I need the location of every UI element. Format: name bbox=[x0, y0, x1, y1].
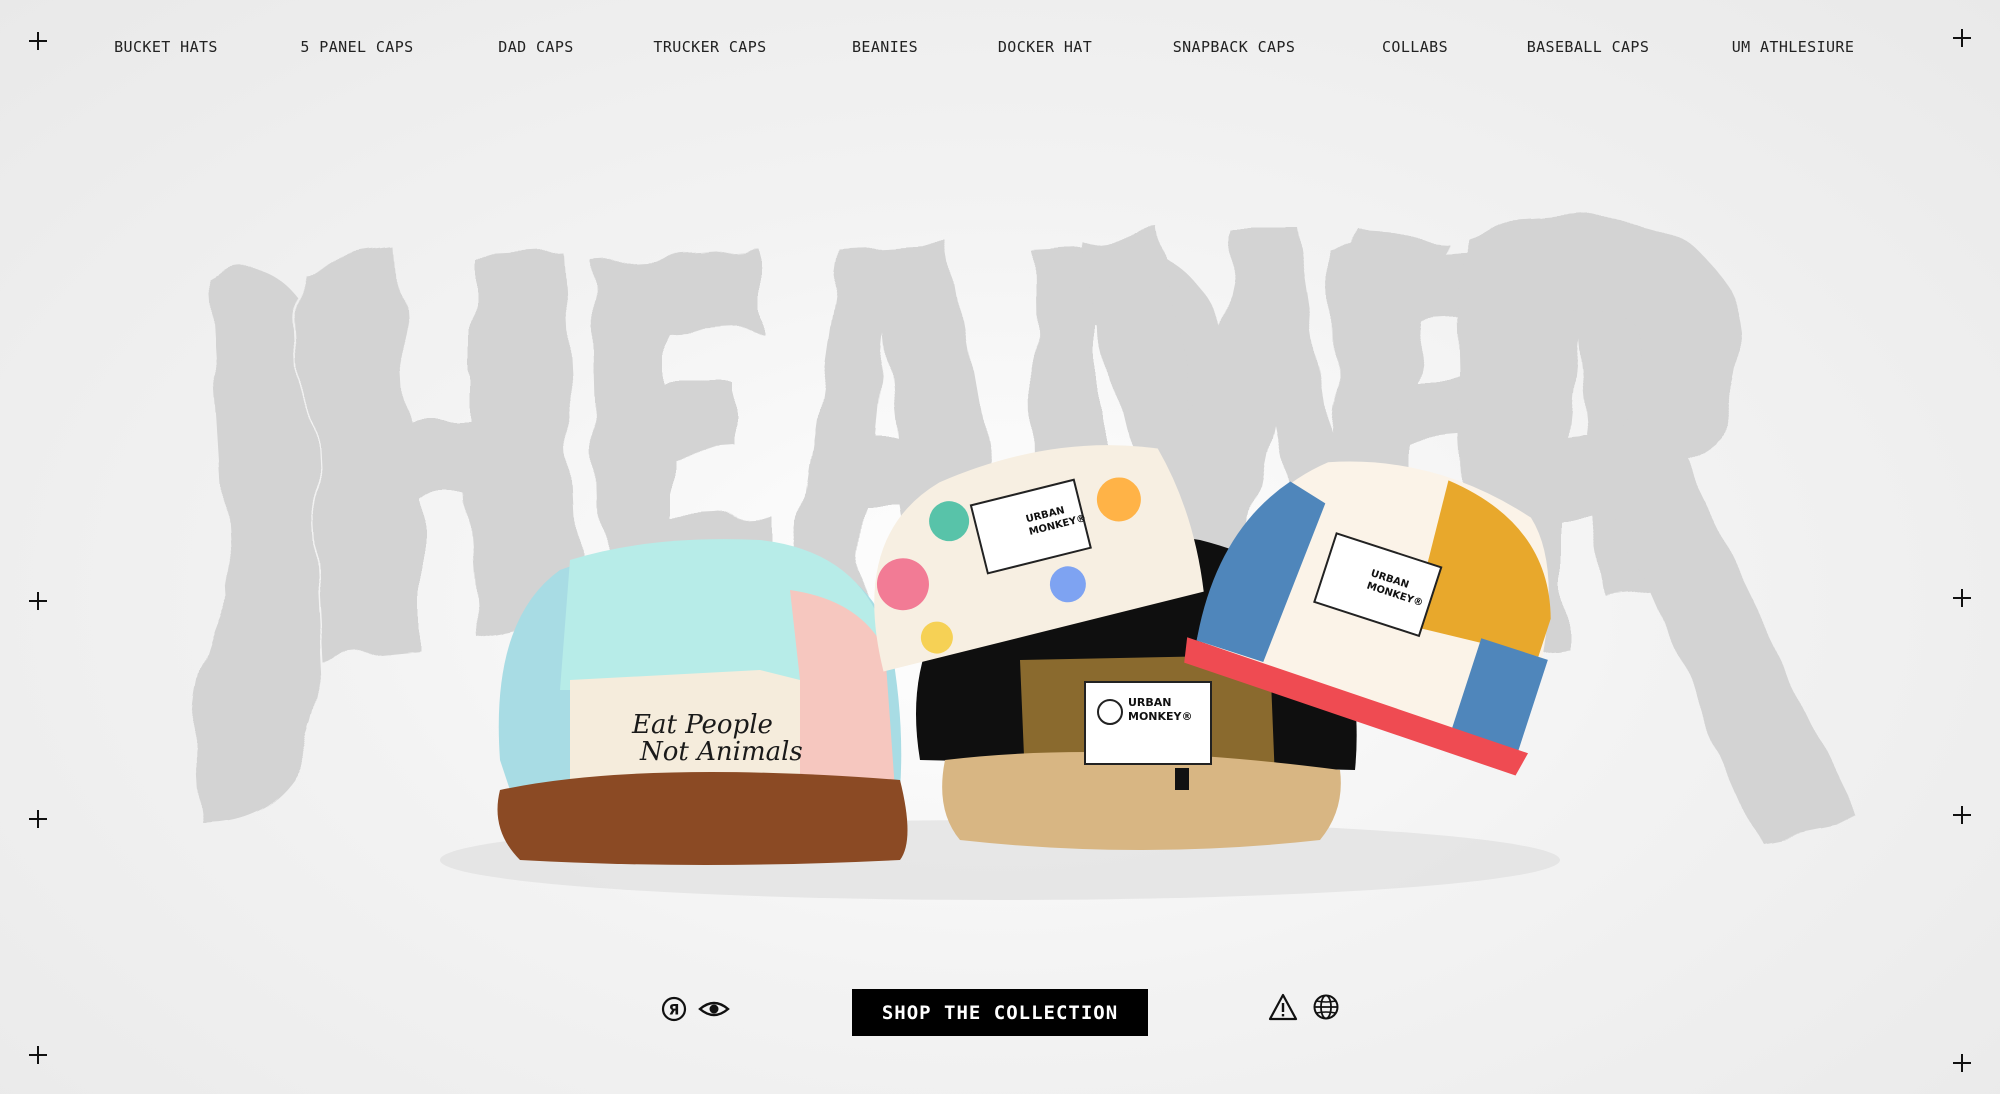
shop-collection-button[interactable]: SHOP THE COLLECTION bbox=[852, 989, 1148, 1036]
svg-text:URBAN: URBAN bbox=[1128, 696, 1172, 709]
nav-item-bucket-hats[interactable]: BUCKET HATS bbox=[114, 38, 218, 56]
warning-triangle-icon[interactable] bbox=[1268, 993, 1298, 1021]
eye-icon[interactable] bbox=[698, 997, 730, 1021]
plus-mark-icon bbox=[1953, 589, 1971, 607]
nav-item-baseball-caps[interactable]: BASEBALL CAPS bbox=[1527, 38, 1650, 56]
globe-icon[interactable] bbox=[1312, 993, 1340, 1021]
svg-text:Not Animals: Not Animals bbox=[639, 737, 803, 767]
nav-item-docker-hat[interactable]: DOCKER HAT bbox=[998, 38, 1092, 56]
svg-text:Я: Я bbox=[669, 1003, 680, 1019]
nav-item-trucker-caps[interactable]: TRUCKER CAPS bbox=[653, 38, 766, 56]
cap-pastel-suede: Eat People Not Animals bbox=[497, 539, 908, 865]
hero-section: Eat People Not Animals URBAN MONKEY® URB… bbox=[0, 0, 2000, 1094]
plus-mark-icon bbox=[29, 32, 47, 50]
svg-text:Eat People: Eat People bbox=[631, 710, 773, 740]
caps-product-photo: Eat People Not Animals URBAN MONKEY® URB… bbox=[440, 445, 1560, 900]
nav-item-beanies[interactable]: BEANIES bbox=[852, 38, 918, 56]
nav-item-dad-caps[interactable]: DAD CAPS bbox=[498, 38, 573, 56]
nav-item-5-panel-caps[interactable]: 5 PANEL CAPS bbox=[300, 38, 413, 56]
nav-item-snapback-caps[interactable]: SNAPBACK CAPS bbox=[1173, 38, 1296, 56]
plus-mark-icon bbox=[29, 1046, 47, 1064]
category-nav: BUCKET HATS 5 PANEL CAPS DAD CAPS TRUCKE… bbox=[0, 38, 2000, 64]
plus-mark-icon bbox=[29, 810, 47, 828]
registered-r-icon[interactable]: Я bbox=[660, 995, 688, 1023]
nav-item-um-athlesiure[interactable]: UM ATHLESIURE bbox=[1732, 38, 1855, 56]
nav-item-collabs[interactable]: COLLABS bbox=[1382, 38, 1448, 56]
plus-mark-icon bbox=[29, 592, 47, 610]
plus-mark-icon bbox=[1953, 806, 1971, 824]
svg-text:MONKEY®: MONKEY® bbox=[1128, 710, 1193, 723]
plus-mark-icon bbox=[1953, 29, 1971, 47]
plus-mark-icon bbox=[1953, 1054, 1971, 1072]
